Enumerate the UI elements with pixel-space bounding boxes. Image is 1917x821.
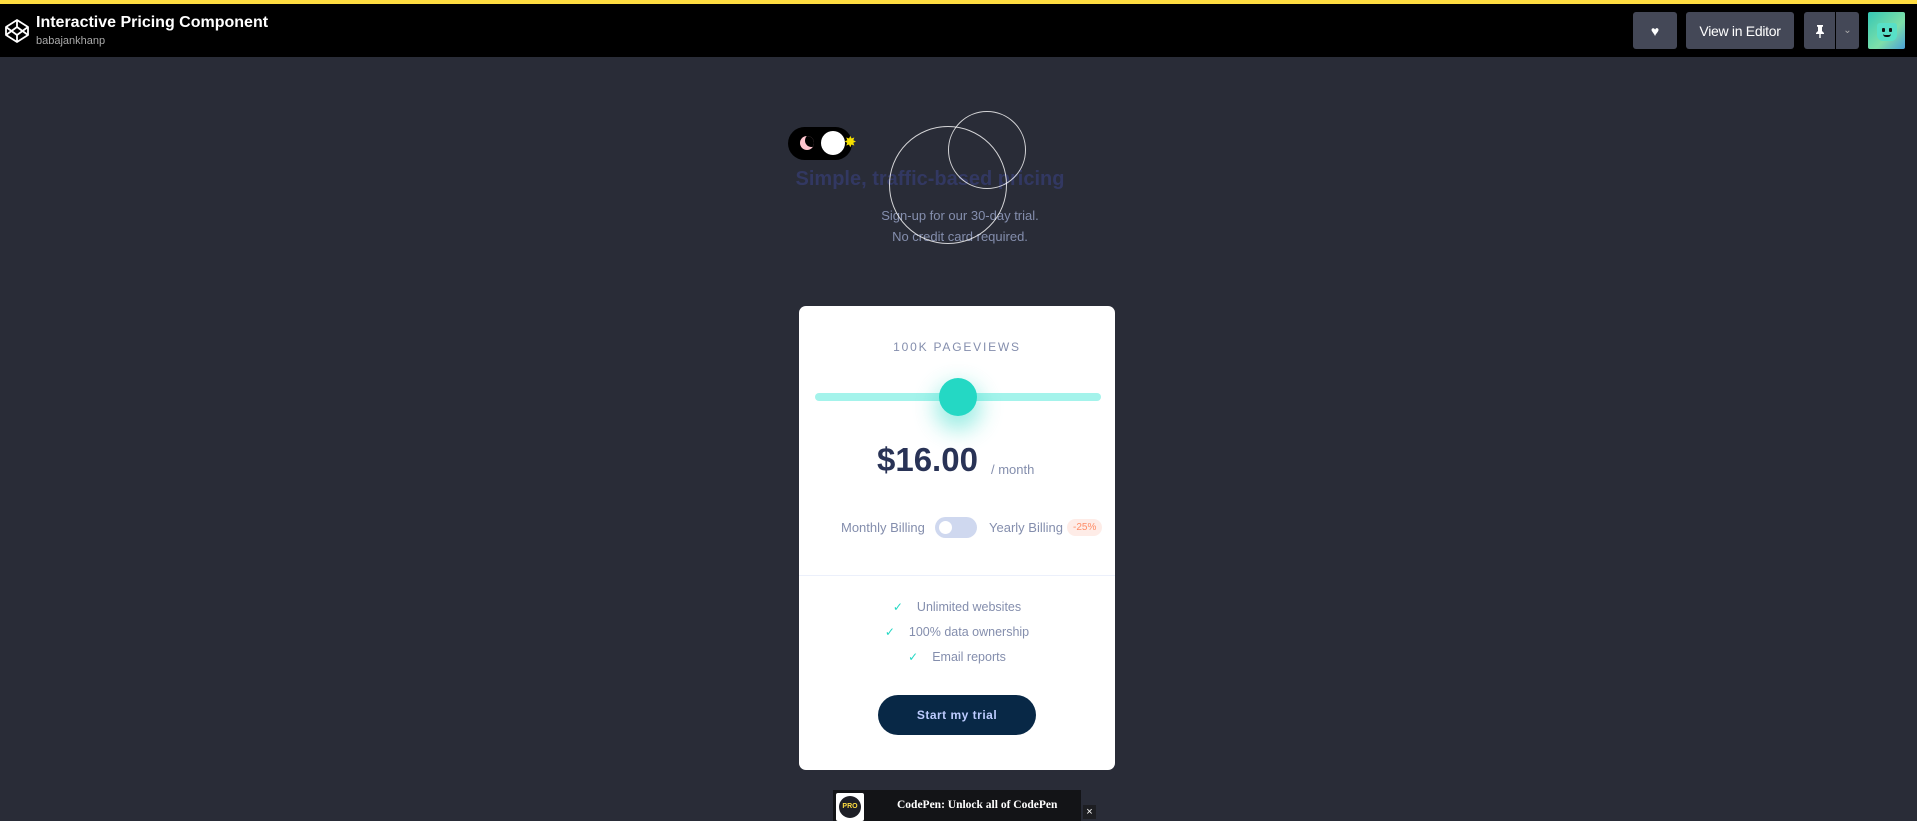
moon-icon [800, 136, 814, 150]
codepen-header: Interactive Pricing Component babajankha… [0, 4, 1917, 57]
check-icon: ✓ [884, 625, 895, 639]
pro-badge-label: PRO [839, 796, 861, 818]
heart-icon: ♥ [1650, 22, 1660, 39]
theme-toggle[interactable]: ✸ [788, 127, 857, 160]
view-in-editor-button[interactable]: View in Editor [1686, 12, 1794, 49]
pro-banner[interactable]: PRO CodePen: Unlock all of CodePen [833, 790, 1081, 821]
pro-badge-icon: PRO [836, 793, 864, 821]
billing-toggle[interactable] [935, 517, 977, 538]
pricing-card: 100K PAGEVIEWS $16.00 / month Monthly Bi… [799, 306, 1115, 770]
feature-label: 100% data ownership [908, 625, 1030, 639]
theme-toggle-knob [821, 131, 845, 155]
check-icon: ✓ [892, 600, 903, 614]
billing-toggle-knob [939, 521, 952, 534]
start-trial-button[interactable]: Start my trial [878, 695, 1036, 735]
pin-button[interactable] [1804, 12, 1835, 49]
sun-icon: ✸ [844, 134, 857, 151]
yearly-billing-label: Yearly Billing [989, 520, 1063, 535]
feature-label: Email reports [932, 650, 1006, 664]
like-button[interactable]: ♥ [1633, 12, 1677, 49]
user-avatar[interactable] [1868, 12, 1905, 49]
codepen-logo-icon[interactable] [4, 18, 30, 44]
avatar-eye [1889, 28, 1892, 32]
feature-item: ✓ Unlimited websites [799, 600, 1115, 614]
chevron-down-icon: ⌄ [1843, 25, 1852, 36]
price-period: / month [991, 462, 1035, 477]
pageviews-slider-thumb[interactable] [939, 378, 977, 416]
discount-badge: -25% [1067, 519, 1103, 536]
pen-author[interactable]: babajankhanp [36, 35, 105, 47]
close-icon[interactable]: × [1083, 805, 1096, 819]
monthly-billing-label: Monthly Billing [841, 520, 925, 535]
pageviews-label: 100K PAGEVIEWS [893, 340, 1021, 354]
feature-item: ✓ 100% data ownership [799, 625, 1115, 639]
pro-banner-text: CodePen: Unlock all of CodePen [897, 799, 1058, 811]
feature-item: ✓ Email reports [799, 650, 1115, 664]
pen-title[interactable]: Interactive Pricing Component [36, 14, 268, 32]
pin-options-button[interactable]: ⌄ [1836, 12, 1859, 49]
avatar-mouth [1883, 34, 1891, 37]
price-value: $16.00 [877, 441, 978, 478]
card-divider [799, 575, 1115, 576]
check-icon: ✓ [908, 650, 919, 664]
pin-icon [1815, 24, 1824, 38]
avatar-eye [1882, 28, 1885, 32]
feature-label: Unlimited websites [916, 600, 1022, 614]
decorative-circle-small [948, 111, 1026, 189]
avatar-face-icon [1877, 23, 1897, 41]
